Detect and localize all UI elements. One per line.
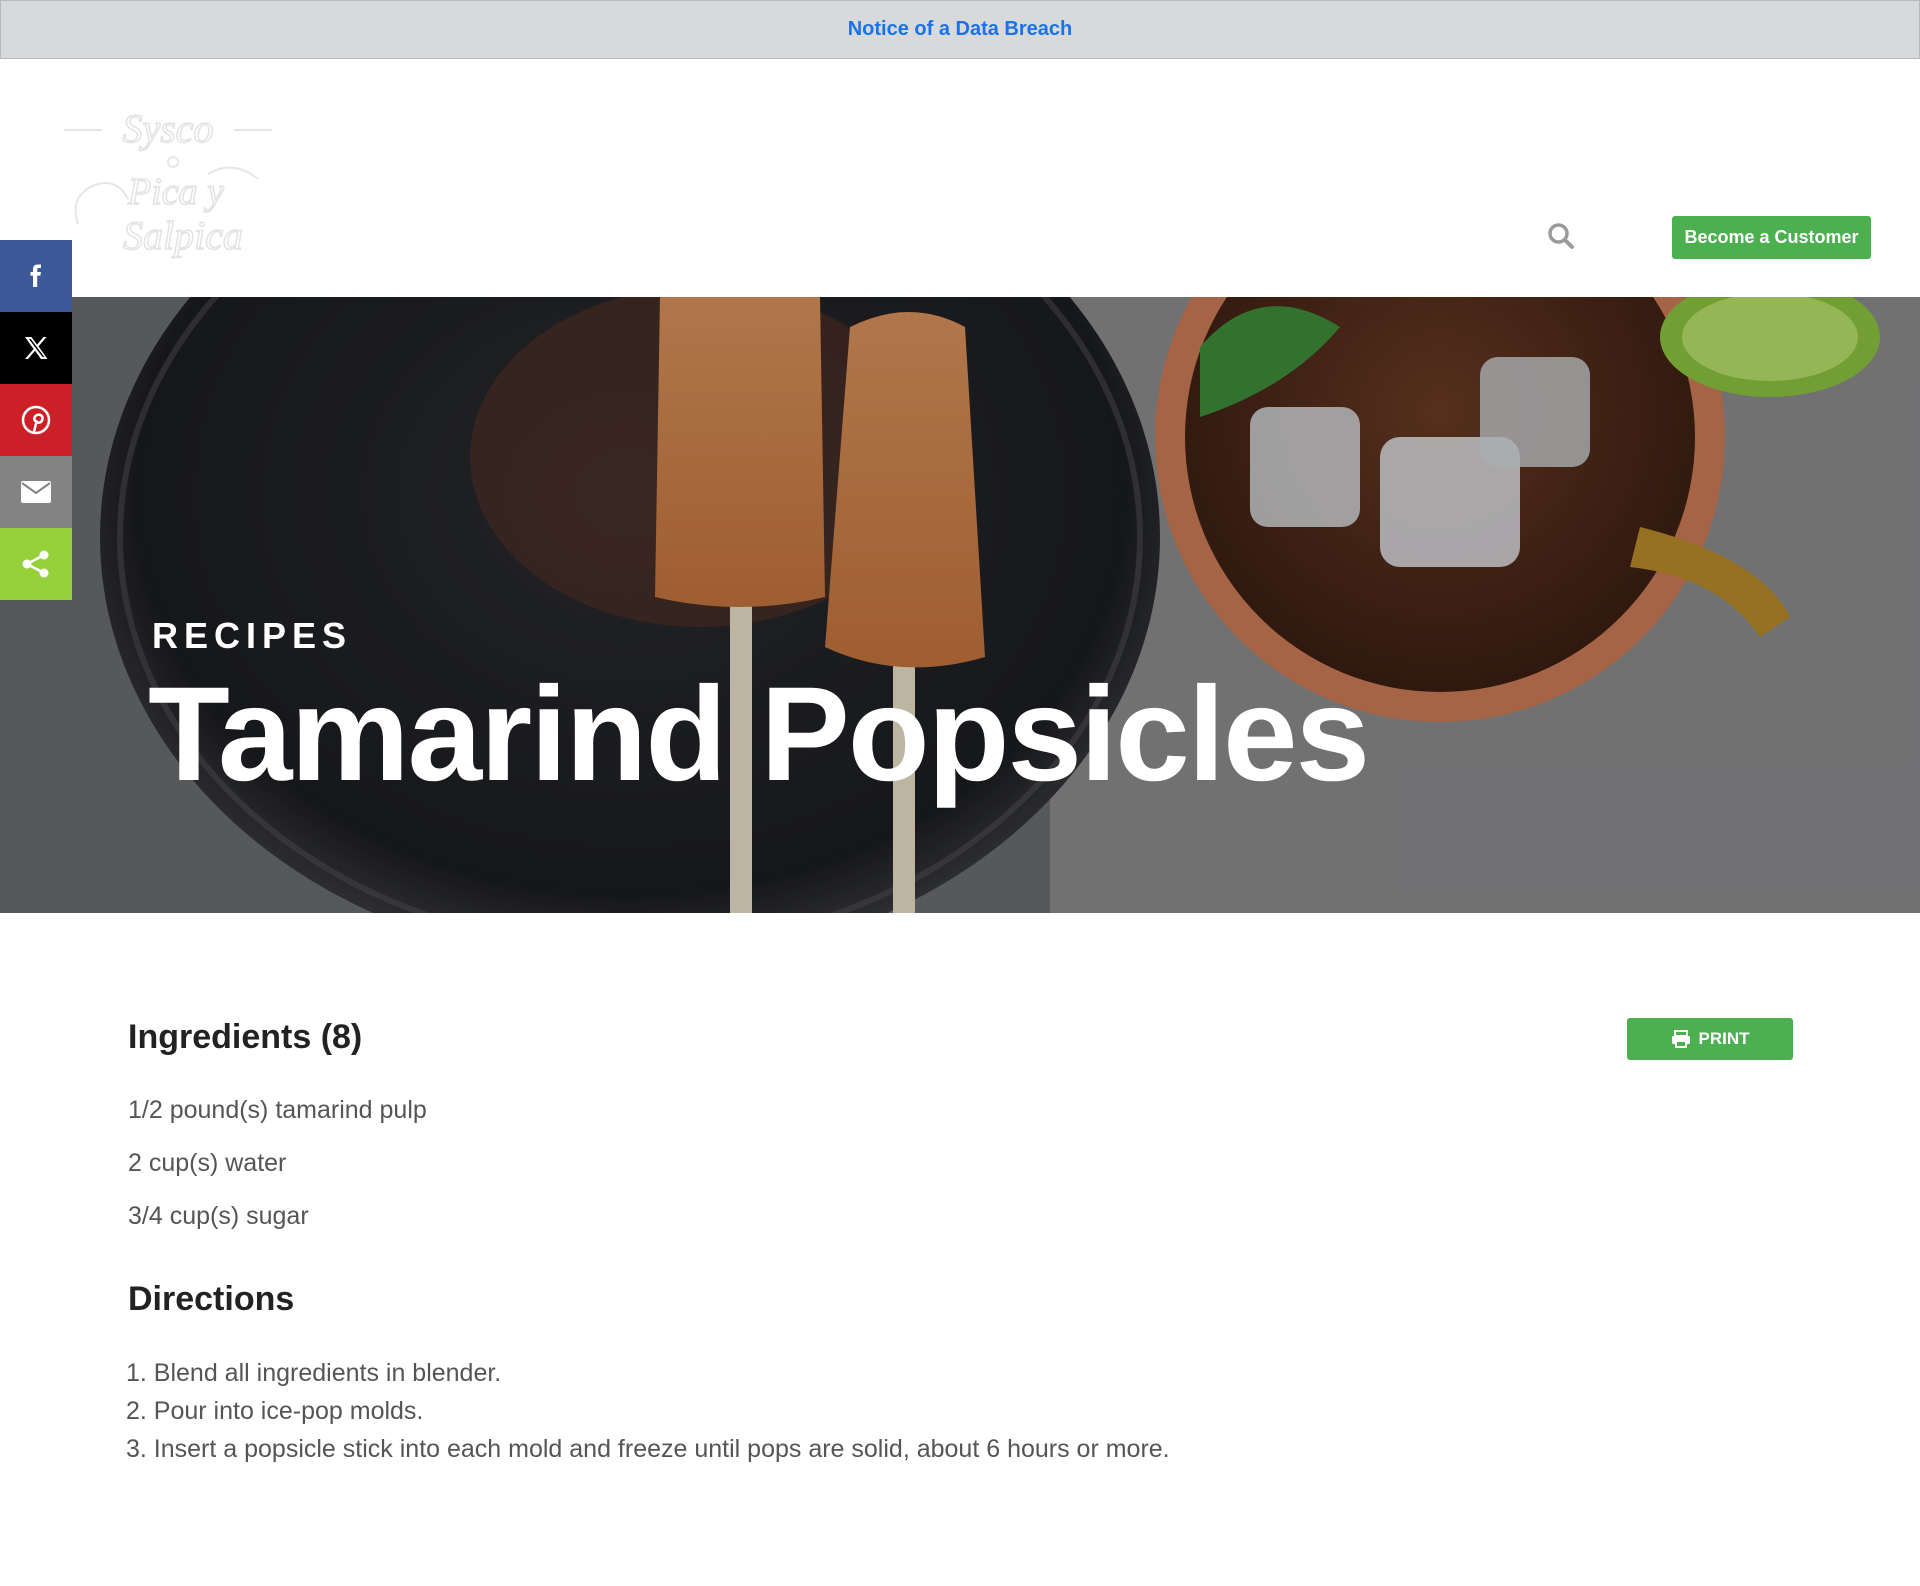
x-share-button[interactable] xyxy=(0,312,72,384)
ingredient-item: 1/2 pound(s) tamarind pulp xyxy=(128,1096,427,1124)
search-button[interactable] xyxy=(1544,219,1578,253)
print-button-label: PRINT xyxy=(1698,1029,1750,1048)
direction-step: 1. Blend all ingredients in blender. xyxy=(126,1359,502,1387)
logo-line1: Pica y xyxy=(127,171,224,213)
logo[interactable]: Sysco Pica y Salpica xyxy=(58,104,294,274)
ingredient-item: 2 cup(s) water xyxy=(128,1149,287,1177)
ingredient-list: 1/2 pound(s) tamarind pulp 2 cup(s) wate… xyxy=(128,1092,427,1251)
hero-banner: RECIPES Tamarind Popsicles xyxy=(0,297,1920,913)
notice-bar: Notice of a Data Breach xyxy=(0,0,1920,59)
sysco-pica-y-salpica-logo-graphic: Sysco Pica y Salpica xyxy=(64,105,272,259)
directions-heading: Directions xyxy=(128,1280,295,1318)
ingredient-item: 3/4 cup(s) sugar xyxy=(128,1202,309,1230)
ingredients-heading: Ingredients (8) xyxy=(128,1018,363,1056)
email-icon xyxy=(21,481,51,503)
search-icon xyxy=(1548,223,1574,249)
hero-overlay xyxy=(0,297,1920,913)
hero-category-label: RECIPES xyxy=(152,615,353,656)
facebook-icon xyxy=(30,264,41,287)
x-icon xyxy=(25,337,48,359)
social-share-bar xyxy=(0,240,72,600)
direction-step: 3. Insert a popsicle stick into each mol… xyxy=(126,1435,1170,1463)
become-customer-button[interactable]: Become a Customer xyxy=(1672,216,1871,259)
share-more-button[interactable] xyxy=(0,528,72,600)
logo-line2: Salpica xyxy=(123,213,243,258)
email-share-button[interactable] xyxy=(0,456,72,528)
data-breach-notice-link[interactable]: Notice of a Data Breach xyxy=(848,18,1073,41)
printer-icon xyxy=(1671,1030,1690,1048)
share-icon xyxy=(22,550,49,578)
logo-brand: Sysco xyxy=(122,106,213,151)
pinterest-icon xyxy=(21,405,51,435)
page-title: Tamarind Popsicles xyxy=(148,660,1370,809)
site-header: Sysco Pica y Salpica Become a Customer xyxy=(0,59,1920,297)
direction-step: 2. Pour into ice-pop molds. xyxy=(126,1397,424,1425)
direction-list: 1. Blend all ingredients in blender. 2. … xyxy=(126,1354,1170,1468)
print-button[interactable]: PRINT xyxy=(1627,1018,1793,1060)
facebook-share-button[interactable] xyxy=(0,240,72,312)
pinterest-share-button[interactable] xyxy=(0,384,72,456)
